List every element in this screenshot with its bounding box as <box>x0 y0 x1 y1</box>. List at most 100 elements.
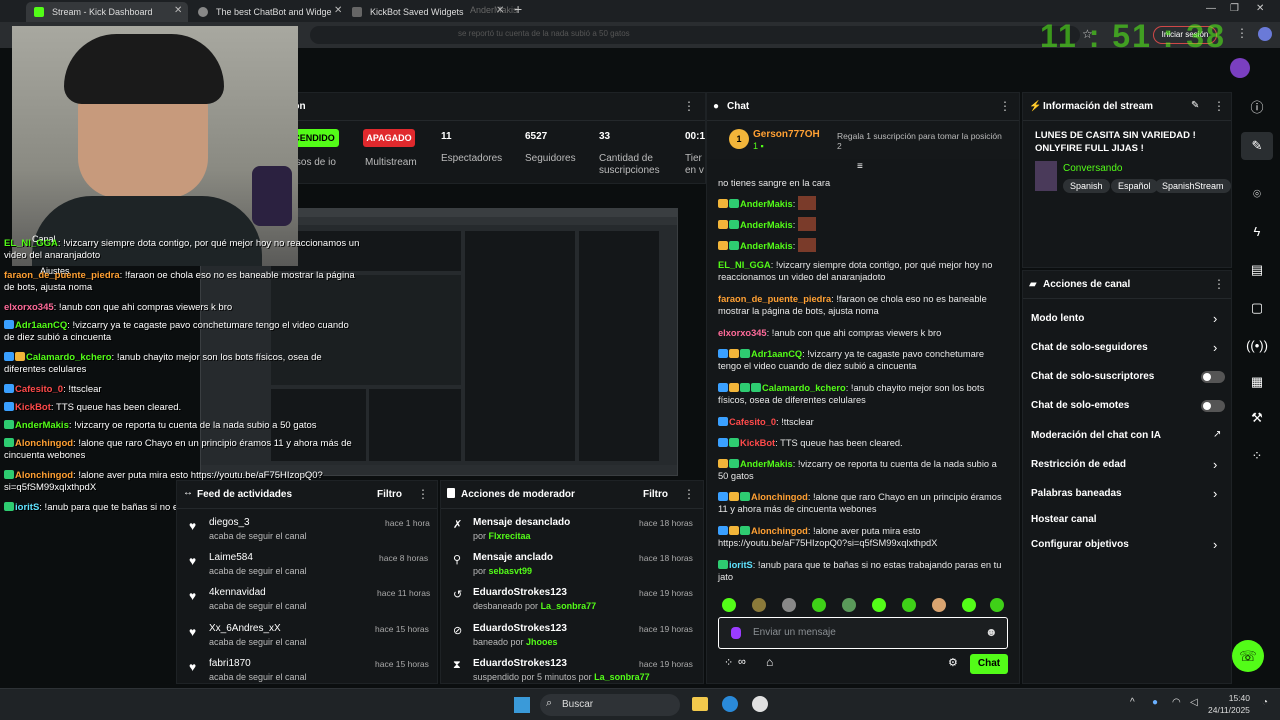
chat-user[interactable]: Adr1aanCQ <box>751 349 802 359</box>
tab-kick-dashboard[interactable]: Stream - Kick Dashboard <box>26 2 188 22</box>
wifi-icon[interactable]: ◠ <box>1172 697 1181 708</box>
layout-icon[interactable]: ▦ <box>1241 368 1273 396</box>
more-icon[interactable]: ⋮ <box>1213 99 1225 113</box>
chat-user[interactable]: Calamardo_kchero <box>762 383 846 393</box>
bolt-icon: ⚡ <box>1029 101 1042 112</box>
broadcast-icon[interactable]: ((•)) <box>1241 332 1273 360</box>
pencil-icon[interactable]: ✎ <box>1241 132 1273 160</box>
emote-icon[interactable] <box>990 598 1004 612</box>
close-icon[interactable]: ✕ <box>496 5 504 16</box>
emotes-only-toggle[interactable] <box>1201 400 1225 412</box>
windows-start-icon[interactable] <box>514 697 530 713</box>
taskbar-search[interactable]: ⌕ Buscar <box>540 694 680 716</box>
infinity-icon[interactable]: ∞ <box>738 656 746 668</box>
maximize-icon[interactable]: ❐ <box>1230 3 1239 14</box>
tag[interactable]: SpanishStream <box>1155 179 1231 193</box>
mod-name[interactable]: sebasvt99 <box>489 566 533 576</box>
overlay-chat-msg: EL_NI_GGA: !vizcarry siempre dota contig… <box>4 238 360 262</box>
more-icon[interactable]: ⋮ <box>683 487 695 501</box>
support-chat-button[interactable]: ☏ <box>1232 640 1264 672</box>
edge-icon[interactable] <box>722 696 738 712</box>
mod-name[interactable]: Jhooes <box>526 637 558 647</box>
new-tab-icon[interactable]: + <box>514 1 522 17</box>
chat-user[interactable]: elxorxo345 <box>718 328 767 338</box>
chat-user[interactable]: Alonchingod <box>751 526 808 536</box>
more-icon[interactable]: ⋮ <box>1213 277 1225 291</box>
menu-icon[interactable]: ⋮ <box>1236 26 1248 40</box>
info-icon[interactable]: ⓘ <box>1241 94 1273 122</box>
gift-icon[interactable]: ⌂ <box>766 655 773 669</box>
mod-name[interactable]: Flxrecitaa <box>489 531 531 541</box>
subs-only-toggle[interactable] <box>1201 371 1225 383</box>
emote-icon[interactable] <box>812 598 826 612</box>
filter-button[interactable]: Filtro <box>377 489 402 500</box>
emote-icon[interactable] <box>752 598 766 612</box>
action-host-channel[interactable]: Hostear canal <box>1023 508 1231 532</box>
chat-user[interactable]: KickBot <box>740 438 775 448</box>
list-item: ✗ Mensaje desanclado por Flxrecitaa hace… <box>451 517 697 547</box>
chat-user[interactable]: faraon_de_puente_piedra <box>718 294 831 304</box>
more-icon[interactable]: ⋮ <box>999 99 1011 113</box>
pinned-gift-bar[interactable]: 1 Gerson777OH 1 ▪ Regala 1 suscripción p… <box>707 121 1019 159</box>
chat-user[interactable]: Alonchingod <box>751 492 808 502</box>
chat-user[interactable]: AnderMakis <box>740 241 793 251</box>
file-explorer-icon[interactable] <box>692 697 708 711</box>
chat-send-button[interactable]: Chat <box>970 654 1008 674</box>
settings-dots-icon[interactable]: ⁘ <box>724 656 733 669</box>
action-followers-only[interactable]: Chat de solo-seguidores › <box>1023 336 1231 360</box>
tag[interactable]: Español <box>1111 179 1158 193</box>
chat-icon[interactable]: ▢ <box>1241 294 1273 322</box>
chat-user[interactable]: Cafesito_0 <box>729 417 776 427</box>
bolt-icon[interactable]: ϟ <box>1241 218 1273 246</box>
emote-icon[interactable] <box>872 598 886 612</box>
emote-icon[interactable] <box>932 598 946 612</box>
edit-icon[interactable]: ✎ <box>1191 100 1199 111</box>
minimize-icon[interactable]: — <box>1206 3 1216 14</box>
collapse-icon[interactable]: ≡ <box>857 161 863 172</box>
mod-name[interactable]: La_sonbra77 <box>594 672 650 682</box>
pinned-user[interactable]: Gerson777OH <box>753 129 820 140</box>
avatar[interactable] <box>1230 58 1250 78</box>
multistream-status-badge[interactable]: APAGADO <box>363 129 415 147</box>
volume-icon[interactable]: ◁ <box>1190 697 1198 708</box>
more-icon[interactable]: ⋮ <box>417 487 429 501</box>
widgets-icon[interactable]: ⁘ <box>1241 442 1273 470</box>
emote-icon[interactable] <box>842 598 856 612</box>
action-age-restriction[interactable]: Restricción de edad › <box>1023 453 1231 477</box>
chat-user[interactable]: AnderMakis <box>740 459 793 469</box>
camera-icon[interactable]: ⌾ <box>1241 180 1273 208</box>
mic-tray-icon[interactable]: ● <box>1152 697 1158 708</box>
action-configure-goals[interactable]: Configurar objetivos › <box>1023 533 1231 557</box>
tab-chatbot[interactable]: The best ChatBot and Widge <box>190 2 340 22</box>
filter-button[interactable]: Filtro <box>643 489 668 500</box>
chat-user[interactable]: EL_NI_GGA <box>718 260 771 270</box>
chat-user[interactable]: AnderMakis <box>740 220 793 230</box>
url-field[interactable] <box>310 26 1080 44</box>
page-icon <box>352 7 362 17</box>
more-icon[interactable]: ⋮ <box>683 99 695 113</box>
action-slow-mode[interactable]: Modo lento › <box>1023 307 1231 331</box>
close-window-icon[interactable]: ✕ <box>1256 3 1264 14</box>
tag[interactable]: Spanish <box>1063 179 1110 193</box>
mod-name[interactable]: La_sonbra77 <box>541 601 597 611</box>
wrench-icon[interactable]: ⚒ <box>1241 404 1273 432</box>
emoji-icon[interactable]: ☻ <box>985 625 998 639</box>
chat-input[interactable]: Enviar un mensaje ☻ <box>718 617 1008 649</box>
close-icon[interactable]: ✕ <box>174 5 182 16</box>
category-name[interactable]: Conversando <box>1063 163 1122 174</box>
action-ai-moderation[interactable]: Moderación del chat con IA ↗ <box>1023 424 1231 448</box>
emote-icon[interactable] <box>962 598 976 612</box>
chat-user[interactable]: ioritS <box>729 560 753 570</box>
chrome-icon[interactable] <box>752 696 768 712</box>
gear-icon[interactable]: ⚙ <box>948 656 958 669</box>
action-banned-words[interactable]: Palabras baneadas › <box>1023 482 1231 506</box>
close-icon[interactable]: ✕ <box>334 5 342 16</box>
emote-icon[interactable] <box>782 598 796 612</box>
notification-icon[interactable]: ◔ <box>1262 697 1268 708</box>
chevron-up-icon[interactable]: ^ <box>1130 697 1135 708</box>
chat-user[interactable]: AnderMakis <box>740 199 793 209</box>
emote-icon[interactable] <box>722 598 736 612</box>
gemini-icon[interactable] <box>1258 27 1272 41</box>
emote-icon[interactable] <box>902 598 916 612</box>
document-icon[interactable]: ▤ <box>1241 256 1273 284</box>
